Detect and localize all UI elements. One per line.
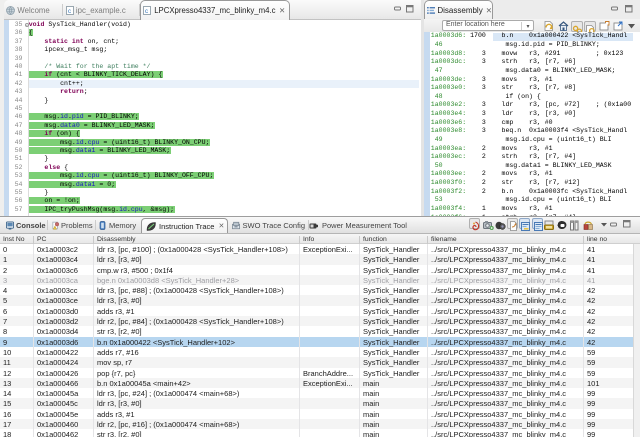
svg-text:c: c — [145, 9, 148, 15]
svg-text:c: c — [68, 9, 71, 15]
